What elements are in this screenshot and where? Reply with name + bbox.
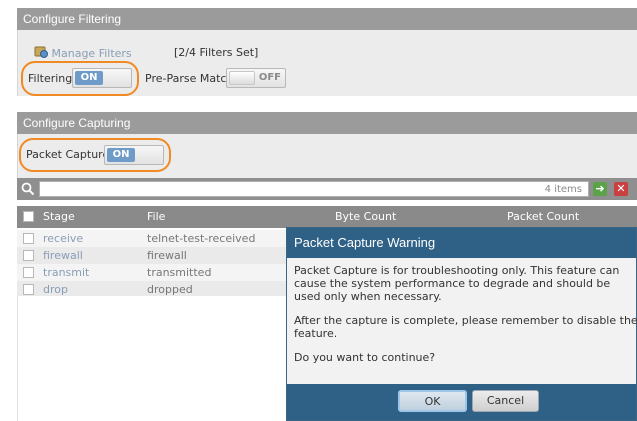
filters-set-count: [2/4 Filters Set] bbox=[174, 46, 259, 59]
ok-button[interactable]: OK bbox=[398, 390, 467, 412]
row-stage[interactable]: receive bbox=[43, 230, 83, 247]
configure-capturing-title: Configure Capturing bbox=[23, 116, 131, 130]
add-icon[interactable]: ➜ bbox=[593, 182, 607, 196]
filtering-highlight bbox=[21, 61, 139, 96]
preparse-match-label: Pre-Parse Match bbox=[145, 72, 234, 85]
cancel-button[interactable]: Cancel bbox=[472, 390, 539, 412]
row-checkbox[interactable] bbox=[23, 284, 34, 295]
dialog-message-question: Do you want to continue? bbox=[294, 351, 436, 364]
table-toolbar: 4 items ➜ ✕ bbox=[17, 178, 637, 200]
row-stage[interactable]: transmit bbox=[43, 264, 89, 281]
column-byte-count[interactable]: Byte Count bbox=[335, 206, 396, 228]
dialog-body: Packet Capture is for troubleshooting on… bbox=[294, 264, 637, 375]
manage-filters-label[interactable]: Manage Filters bbox=[52, 47, 132, 60]
row-checkbox[interactable] bbox=[23, 267, 34, 278]
select-all-checkbox[interactable] bbox=[23, 211, 34, 222]
dialog-footer: OK Cancel bbox=[287, 384, 636, 420]
items-count: 4 items bbox=[544, 184, 582, 195]
column-file[interactable]: File bbox=[147, 206, 165, 228]
preparse-toggle-state: OFF bbox=[258, 72, 281, 83]
row-file: firewall bbox=[147, 249, 187, 262]
dialog-title[interactable]: Packet Capture Warning bbox=[287, 228, 636, 258]
preparse-match-toggle[interactable]: OFF bbox=[226, 68, 286, 88]
row-file: telnet-test-received bbox=[147, 232, 256, 245]
configure-filtering-header: Configure Filtering bbox=[17, 8, 637, 30]
manage-filters-link[interactable]: Manage Filters bbox=[34, 45, 132, 60]
row-checkbox[interactable] bbox=[23, 233, 34, 244]
search-icon bbox=[21, 182, 35, 196]
dialog-message-warning: Packet Capture is for troubleshooting on… bbox=[294, 264, 620, 303]
row-stage[interactable]: firewall bbox=[43, 247, 83, 264]
row-checkbox[interactable] bbox=[23, 250, 34, 261]
packet-capture-highlight bbox=[19, 138, 171, 172]
search-input[interactable]: 4 items bbox=[39, 181, 589, 197]
column-packet-count[interactable]: Packet Count bbox=[507, 206, 579, 228]
column-stage[interactable]: Stage bbox=[43, 206, 75, 228]
clear-icon[interactable]: ✕ bbox=[614, 182, 628, 196]
packet-capture-warning-dialog: Packet Capture Warning Packet Capture is… bbox=[286, 227, 637, 421]
preparse-toggle-thumb bbox=[229, 71, 255, 85]
dialog-message-reminder: After the capture is complete, please re… bbox=[294, 314, 637, 340]
row-file: transmitted bbox=[147, 266, 212, 279]
configure-capturing-header: Configure Capturing bbox=[17, 112, 637, 134]
table-header: Stage File Byte Count Packet Count bbox=[17, 206, 637, 228]
filter-icon bbox=[34, 46, 48, 58]
configure-filtering-title: Configure Filtering bbox=[23, 12, 122, 26]
